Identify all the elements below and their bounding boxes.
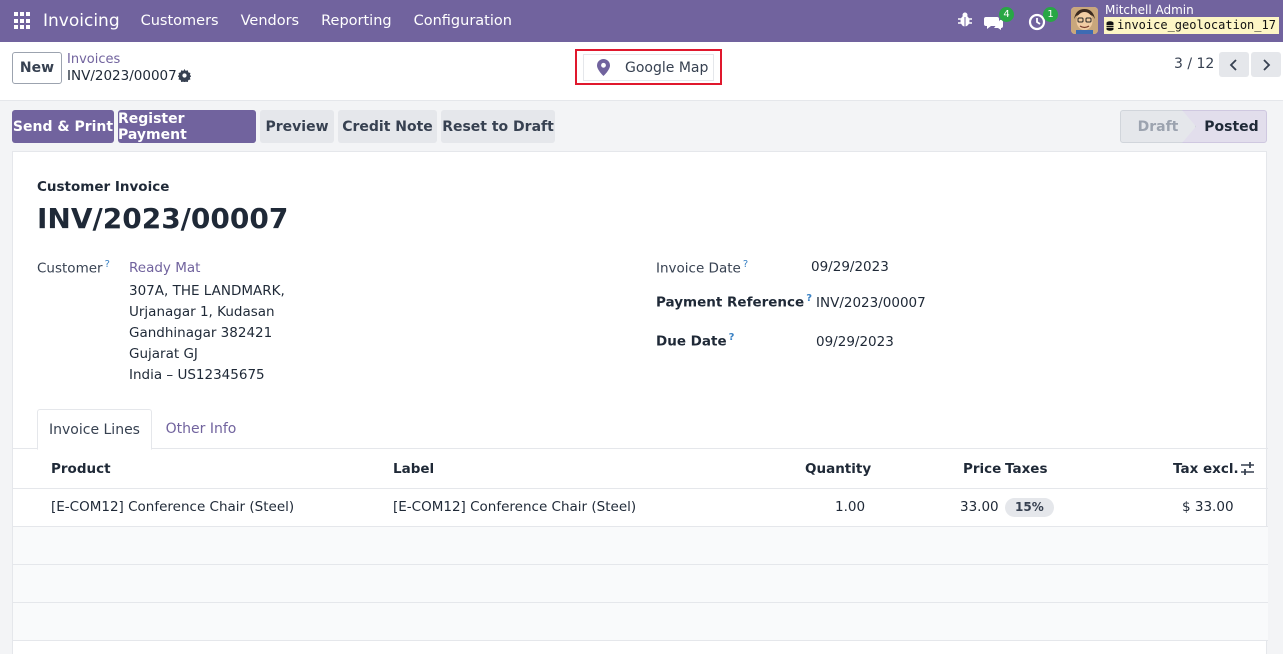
table-row[interactable]: [E-COM12] Conference Chair (Steel) [E-CO… <box>13 489 1268 527</box>
address-line: Gujarat GJ <box>129 346 198 362</box>
menu-vendors[interactable]: Vendors <box>241 13 300 29</box>
activities-menu[interactable]: 1 <box>1028 7 1064 33</box>
column-quantity[interactable]: Quantity <box>805 461 871 477</box>
help-icon[interactable]: ? <box>105 259 110 270</box>
help-icon[interactable]: ? <box>806 293 812 304</box>
database-chip: invoice_geolocation_17 <box>1104 17 1279 34</box>
chevron-left-icon <box>1229 58 1237 71</box>
customer-link[interactable]: Ready Mat <box>129 260 200 276</box>
row-tax-badge[interactable]: 15% <box>1005 498 1054 517</box>
empty-row <box>13 527 1268 565</box>
column-price[interactable]: Price <box>963 461 1001 477</box>
invoice-date-value[interactable]: 09/29/2023 <box>811 259 889 275</box>
messages-count-badge: 4 <box>999 7 1014 22</box>
register-payment-button[interactable]: Register Payment <box>118 110 256 143</box>
row-quantity[interactable]: 1.00 <box>835 499 865 515</box>
table-header: Product Label Quantity Price Taxes Tax e… <box>13 449 1268 489</box>
help-icon[interactable]: ? <box>729 332 735 343</box>
status-draft[interactable]: Draft <box>1120 110 1196 143</box>
new-button[interactable]: New <box>12 52 62 84</box>
invoice-number: INV/2023/00007 <box>37 202 289 235</box>
address-line: Urjanagar 1, Kudasan <box>129 304 275 320</box>
row-tax-excl: $ 33.00 <box>1182 499 1234 515</box>
chevron-right-icon <box>1263 58 1271 71</box>
column-taxes[interactable]: Taxes <box>1005 461 1047 477</box>
gear-icon[interactable] <box>178 69 191 82</box>
address-line: India – US12345675 <box>129 367 265 383</box>
user-avatar[interactable] <box>1071 7 1098 34</box>
status-bar: Draft Posted <box>1120 110 1267 143</box>
google-map-label: Google Map <box>625 59 709 76</box>
customer-label: Customer? <box>37 259 110 277</box>
pager-value[interactable]: 3 / 12 <box>1174 56 1214 72</box>
menu-reporting[interactable]: Reporting <box>321 13 392 29</box>
preview-button[interactable]: Preview <box>260 110 334 143</box>
pager-previous-button[interactable] <box>1219 52 1249 77</box>
column-label[interactable]: Label <box>393 461 434 477</box>
database-icon <box>1106 20 1114 31</box>
due-date-value[interactable]: 09/29/2023 <box>816 334 894 350</box>
row-label[interactable]: [E-COM12] Conference Chair (Steel) <box>393 499 636 515</box>
user-name[interactable]: Mitchell Admin <box>1105 3 1194 17</box>
messages-menu[interactable]: 4 <box>984 7 1020 33</box>
google-map-highlight: Google Map <box>575 49 722 85</box>
document-type: Customer Invoice <box>37 179 170 195</box>
menu-customers[interactable]: Customers <box>141 13 219 29</box>
top-navbar: Invoicing Customers Vendors Reporting Co… <box>0 0 1283 42</box>
credit-note-button[interactable]: Credit Note <box>338 110 437 143</box>
breadcrumb-invoices[interactable]: Invoices <box>67 52 120 67</box>
row-price[interactable]: 33.00 <box>960 499 999 515</box>
activities-count-badge: 1 <box>1043 7 1058 22</box>
row-product[interactable]: [E-COM12] Conference Chair (Steel) <box>51 499 294 515</box>
invoice-date-label: Invoice Date? <box>656 259 749 277</box>
breadcrumb-current: INV/2023/00007 <box>67 68 177 84</box>
invoice-form-sheet: Customer Invoice INV/2023/00007 Customer… <box>12 151 1268 654</box>
send-print-button[interactable]: Send & Print <box>12 110 114 143</box>
avatar-image <box>1071 7 1098 34</box>
payment-reference-label: Payment Reference? <box>656 293 812 311</box>
address-line: 307A, THE LANDMARK, <box>129 283 285 299</box>
main-menu: Customers Vendors Reporting Configuratio… <box>141 13 534 29</box>
reset-to-draft-button[interactable]: Reset to Draft <box>441 110 555 143</box>
map-marker-icon <box>597 59 610 76</box>
control-panel: New Invoices INV/2023/00007 Google Map 3… <box>0 42 1283 101</box>
empty-row <box>13 603 1268 641</box>
payment-reference-value[interactable]: INV/2023/00007 <box>816 295 926 311</box>
debug-bug-icon[interactable] <box>957 11 973 29</box>
menu-configuration[interactable]: Configuration <box>414 13 512 29</box>
column-product[interactable]: Product <box>51 461 111 477</box>
tab-invoice-lines[interactable]: Invoice Lines <box>37 409 152 450</box>
tab-other-info[interactable]: Other Info <box>158 409 244 449</box>
action-bar: Send & Print Register Payment Preview Cr… <box>0 101 1283 151</box>
app-name[interactable]: Invoicing <box>43 11 120 31</box>
database-name: invoice_geolocation_17 <box>1117 18 1276 32</box>
notebook-tabs: Invoice Lines Other Info <box>13 409 1268 450</box>
pager-next-button[interactable] <box>1251 52 1281 77</box>
column-tax-excl[interactable]: Tax excl. <box>1173 461 1239 477</box>
due-date-label: Due Date? <box>656 332 735 350</box>
help-icon[interactable]: ? <box>743 259 748 270</box>
google-map-button[interactable]: Google Map <box>583 54 714 81</box>
apps-menu-icon[interactable] <box>14 12 32 30</box>
empty-row <box>13 565 1268 603</box>
address-line: Gandhinagar 382421 <box>129 325 273 341</box>
optional-columns-icon[interactable] <box>1240 461 1255 476</box>
